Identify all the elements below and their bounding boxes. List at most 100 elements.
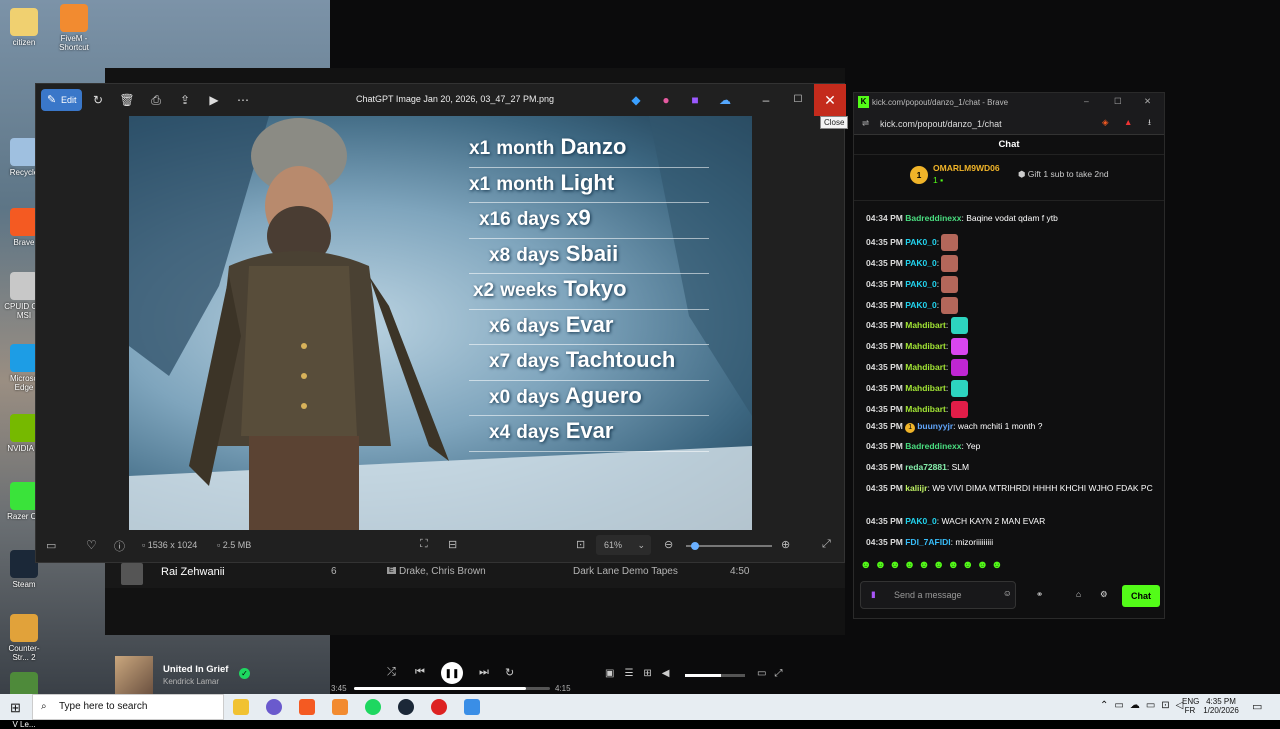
message-user[interactable]: Badreddinexx	[905, 213, 961, 223]
brave-taskbar-icon[interactable]	[299, 699, 315, 715]
next-icon[interactable]: ⏭	[479, 666, 489, 679]
minimize-icon[interactable]: –	[758, 92, 774, 108]
settings-gear-icon[interactable]: ⚙	[1100, 589, 1108, 600]
slideshow-icon[interactable]: ▶	[206, 92, 222, 108]
spotify-taskbar-icon[interactable]	[365, 699, 381, 715]
mic-icon[interactable]: ▮	[871, 589, 876, 600]
message-user[interactable]: Mahdibart	[905, 383, 946, 393]
miniplayer-fullscreen-icons[interactable]: ▭⤢	[757, 668, 790, 679]
repeat-icon[interactable]: ↻	[505, 666, 514, 679]
download-icon[interactable]: ⭳	[1148, 117, 1151, 131]
app-icon-2[interactable]: ●	[658, 92, 674, 108]
previous-icon[interactable]: ⏮	[415, 666, 425, 679]
message-user[interactable]: Mahdibart	[905, 404, 946, 414]
brave-shields-icon[interactable]: ◈	[1102, 117, 1109, 128]
progress-track[interactable]	[354, 687, 550, 690]
maximize-icon[interactable]: ☐	[1114, 96, 1122, 107]
edit-button[interactable]: ✎ Edit	[41, 89, 82, 111]
message-user[interactable]: PAK0_0	[905, 279, 937, 289]
message-user[interactable]: PAK0_0	[905, 300, 937, 310]
app-taskbar-icon[interactable]	[431, 699, 447, 715]
brave-rewards-icon[interactable]: ▲	[1124, 117, 1132, 127]
gift-icon[interactable]: ⚭	[1036, 589, 1043, 600]
fullscreen-icon[interactable]: ⤢	[822, 538, 831, 551]
track-artists[interactable]: Drake, Chris Brown	[399, 566, 486, 577]
message-user[interactable]: PAK0_0	[905, 237, 937, 247]
now-playing-artist[interactable]: Kendrick Lamar	[163, 677, 219, 686]
zoom-out-icon[interactable]: ⊖	[664, 538, 673, 551]
input-language[interactable]: ENG FR	[1182, 697, 1199, 715]
saved-check-icon[interactable]: ✓	[239, 668, 250, 679]
pinned-user[interactable]: OMARLM9WD06	[933, 163, 1000, 173]
delete-icon[interactable]: 🗑	[119, 92, 135, 108]
zoom-in-icon[interactable]: ⊕	[781, 538, 790, 551]
info-icon[interactable]: ⓘ	[114, 538, 125, 554]
site-settings-icon[interactable]: ⇌	[862, 118, 869, 129]
track-row[interactable]: Rai Zehwanii 6 E Drake, Chris Brown Dark…	[105, 560, 845, 588]
fivem-taskbar-icon[interactable]	[332, 699, 348, 715]
minimize-icon[interactable]: –	[1084, 96, 1089, 106]
message-user[interactable]: Badreddinexx	[905, 441, 961, 451]
message-time: 04:35 PM	[866, 257, 903, 268]
send-chat-button[interactable]: Chat	[1122, 585, 1160, 607]
app-icon-3[interactable]: ■	[687, 92, 703, 108]
windows-start-icon[interactable]: ⊞	[10, 700, 21, 716]
close-icon[interactable]: ✕	[1144, 96, 1151, 107]
emote-bar[interactable]: ☻☻☻☻☻☻☻☻☻☻	[860, 559, 1050, 575]
notifications-icon[interactable]: ▭	[1252, 700, 1262, 713]
tray-icons[interactable]: ⌃▭☁▭⊡◁	[1100, 700, 1189, 711]
steam-taskbar-icon[interactable]	[398, 699, 414, 715]
gift-prompt[interactable]: ⬢ Gift 1 sub to take 2nd	[1018, 169, 1109, 180]
player-extra-icons[interactable]: ▣☰⊞◀	[605, 668, 679, 679]
message-user[interactable]: FDI_7AFIDI	[905, 537, 950, 547]
close-button[interactable]: ✕	[814, 84, 846, 116]
message-user[interactable]: PAK0_0	[905, 516, 937, 526]
favorite-icon[interactable]: ♡	[86, 538, 97, 552]
file-explorer-icon[interactable]	[233, 699, 249, 715]
more-options-icon[interactable]: ⋯	[235, 92, 251, 108]
message-user[interactable]: buunyyjr	[917, 421, 953, 431]
window-title: kick.com/popout/danzo_1/chat - Brave	[872, 98, 1009, 107]
crop-icon[interactable]: ⛶	[420, 538, 428, 551]
share-icon[interactable]: ⇪	[177, 92, 193, 108]
message-time: 04:35 PM	[866, 382, 903, 393]
rotate-icon[interactable]: ↻	[90, 92, 106, 108]
line-period: days	[516, 386, 560, 408]
now-playing-title[interactable]: United In Grief	[163, 664, 228, 675]
message-user[interactable]: Mahdibart	[905, 341, 946, 351]
photos-taskbar-icon[interactable]	[464, 699, 480, 715]
fit-to-window-icon[interactable]: ⊡	[576, 538, 585, 551]
message-user[interactable]: Mahdibart	[905, 320, 946, 330]
url-text[interactable]: kick.com/popout/danzo_1/chat	[880, 119, 1002, 129]
discord-icon[interactable]	[266, 699, 282, 715]
app-icon-1[interactable]: ◆	[628, 92, 644, 108]
message-user[interactable]: PAK0_0	[905, 258, 937, 268]
adjust-icon[interactable]: ⊟	[448, 538, 457, 551]
message-input[interactable]: ▮ Send a message ☺	[860, 581, 1016, 609]
desktop-icon[interactable]: citizen	[4, 8, 44, 47]
emoji-icon[interactable]: ☺	[1003, 588, 1012, 598]
clock[interactable]: 4:35 PM 1/20/2026	[1198, 697, 1244, 715]
maximize-icon[interactable]: ☐	[790, 92, 806, 108]
volume-track[interactable]	[685, 674, 745, 677]
desktop-icon[interactable]: FiveM - Shortcut	[54, 4, 94, 52]
track-album[interactable]: Dark Lane Demo Tapes	[573, 566, 678, 577]
line-name: Evar	[565, 311, 614, 337]
filmstrip-icon[interactable]: ▭	[46, 539, 56, 552]
print-icon[interactable]: ⎙	[148, 92, 164, 108]
message-user[interactable]: reda72881	[905, 462, 947, 472]
chat-message: 04:35 PM Mahdibart:	[866, 401, 1158, 418]
zoom-slider-thumb[interactable]	[690, 542, 699, 550]
shuffle-icon[interactable]: ⤮	[387, 666, 396, 679]
address-bar[interactable]: ⇌ kick.com/popout/danzo_1/chat ◈ ▲ ⭳	[854, 113, 1164, 135]
message-user[interactable]: kaliijr	[905, 483, 927, 493]
app-icon	[10, 138, 38, 166]
zoom-dropdown[interactable]: 61% ⌄	[596, 535, 651, 555]
message-user[interactable]: Mahdibart	[905, 362, 946, 372]
onedrive-icon[interactable]: ☁	[717, 92, 733, 108]
zoom-slider[interactable]	[686, 542, 772, 550]
taskbar-search-input[interactable]: ⌕ Type here to search	[32, 694, 224, 720]
pause-button[interactable]: ❚❚	[441, 662, 463, 684]
desktop-icon[interactable]: Counter-Str... 2	[4, 614, 44, 662]
store-icon[interactable]: ⌂	[1076, 589, 1081, 599]
